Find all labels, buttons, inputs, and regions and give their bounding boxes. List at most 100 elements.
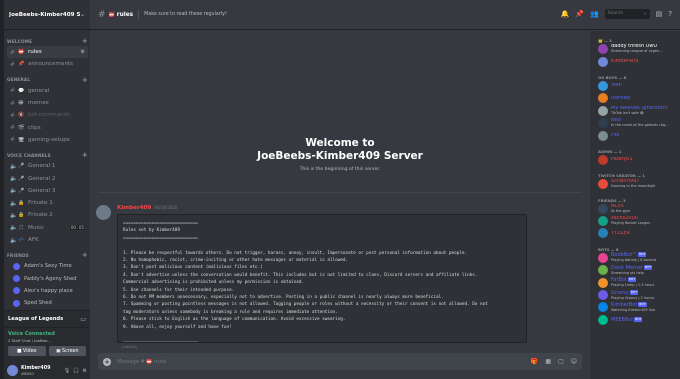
voice-channel-general-1[interactable]: 🔈 🎤 General 1 — [7, 160, 88, 172]
speaker-icon: 🔈 — [10, 162, 18, 170]
bot-badge: BOT — [629, 289, 639, 295]
member-item[interactable]: zachs2000 Playing Rocket League — [598, 215, 680, 227]
sticker-icon[interactable]: ▢ — [558, 358, 564, 365]
add-channel-icon[interactable]: + — [82, 151, 88, 159]
message-input[interactable]: + Message # 📛 rules 🎁 ▦ ▢ ☺ — [98, 353, 582, 370]
friend-channel[interactable]: Sped Shed — [7, 297, 88, 309]
hash-icon: # — [98, 9, 106, 20]
headphones-icon[interactable]: 🎧 — [73, 368, 79, 374]
category-voice[interactable]: VOICE CHANNELS + — [7, 150, 88, 160]
category-welcome[interactable]: WELCOME + — [7, 36, 88, 46]
server-header[interactable]: JoeBeebs-Kimber409 Serv... ⌄ — [4, 0, 90, 30]
user-name: Kimber409 — [21, 365, 51, 371]
channel-bot-commands[interactable]: # 🔇 bot-commands — [7, 109, 88, 121]
pin-icon[interactable]: 📌 — [575, 10, 584, 18]
video-button[interactable]: ■ Video — [8, 346, 46, 356]
member-item[interactable]: FatBot BOT Playing f.help | 1.3 hours — [598, 276, 680, 288]
screen-icon[interactable]: ▭ — [80, 316, 86, 323]
channel-label: bot-commands — [28, 112, 71, 119]
gift-icon[interactable]: 🎁 — [531, 358, 538, 365]
members-icon[interactable]: 👥 — [590, 10, 599, 18]
member-item[interactable]: Groovy BOT Playing Groovy | 1 hours — [598, 289, 680, 301]
channel-label: Music — [28, 224, 44, 231]
channel-emoji: 🔒 — [18, 200, 25, 207]
member-item[interactable]: BoobBot™ BOT Playing bbhelp | 8 bounds — [598, 252, 680, 264]
avatar — [13, 287, 20, 295]
avatar — [598, 130, 608, 141]
member-item[interactable]: Neo In the name of the galactic reg... — [598, 117, 680, 129]
channel-clips[interactable]: # 🎬 clips — [7, 121, 88, 133]
voice-channel-private-2[interactable]: 🔈 🔒 Private 2 — [7, 209, 88, 221]
inbox-icon[interactable]: ▤ — [656, 10, 663, 18]
channel-general[interactable]: # 💬 general — [7, 85, 88, 97]
friend-channel[interactable]: Alex's happy place — [7, 285, 88, 297]
member-item[interactable]: My WeeVee (phantom) TikTok isn't safe 😂 — [598, 105, 680, 117]
member-item[interactable]: Fidl — [598, 129, 680, 141]
channel-announcements[interactable]: # 📌 announcements — [7, 58, 88, 70]
member-item[interactable]: Paddy01 — [598, 154, 680, 166]
member-status: Playing f.help | 1.3 hours — [611, 283, 655, 288]
member-item[interactable]: KimberBot BOT Watching Kimber409 Sub — [598, 301, 680, 313]
channel-memes[interactable]: # 😂 memes — [7, 97, 88, 109]
bot-badge: BOT — [643, 264, 653, 270]
channel-gaming-setups[interactable]: # 🖥 gaming-setups — [7, 134, 88, 146]
add-channel-icon[interactable]: + — [82, 76, 88, 84]
avatar[interactable] — [7, 365, 18, 376]
channel-label: memes — [28, 100, 49, 107]
member-item[interactable]: IssFoNo — [598, 92, 680, 104]
bell-icon[interactable]: 🔔 — [561, 10, 570, 18]
channel-emoji: 🎵 — [18, 224, 25, 231]
member-item[interactable]: Scratch997 Dancing in the moonlight — [598, 178, 680, 190]
gear-icon[interactable]: ⚙ — [83, 368, 87, 374]
member-item[interactable]: MEE6Bot BOT — [598, 314, 680, 326]
user-limit: 05 — [77, 225, 85, 231]
friend-channel-label: Alex's happy place — [24, 287, 73, 294]
channel-emoji: 📛 — [108, 11, 115, 18]
voice-channel-private-1[interactable]: 🔈 🔒 Private 1 — [7, 197, 88, 209]
channel-emoji: 🖥 — [18, 136, 25, 143]
mic-icon[interactable]: 🎙 — [64, 368, 70, 374]
speaker-icon: 🔈 — [10, 199, 18, 207]
hash-icon: # — [10, 99, 16, 107]
friend-channel[interactable]: Adam's Sexy Time — [7, 260, 88, 272]
message-author[interactable]: Kimber409 — [117, 205, 151, 211]
member-item[interactable]: AL3X At the gym — [598, 203, 680, 215]
help-icon[interactable]: ? — [668, 10, 672, 18]
member-item[interactable]: Dank Memer BOT Streaming pls help — [598, 264, 680, 276]
friend-channel[interactable]: Paddy's Agony Shed — [7, 272, 88, 284]
avatar — [13, 299, 20, 307]
avatar[interactable] — [96, 205, 111, 220]
channel-rules[interactable]: # 📛 rules ⚙ — [7, 46, 88, 59]
add-attachment-icon[interactable]: + — [103, 357, 111, 366]
search-placeholder: Search — [607, 11, 624, 16]
member-item[interactable]: 3MP. — [598, 80, 680, 92]
activity-bar[interactable]: League of Legends ▭ — [4, 311, 90, 328]
role-header: ADMIN — 1 — [598, 148, 622, 154]
invite-icon[interactable]: ⚙ — [81, 49, 85, 55]
emoji-icon[interactable]: ☺ — [571, 358, 577, 365]
add-channel-icon[interactable]: + — [82, 37, 88, 45]
role-header: OG BOYS — 6 — [598, 74, 627, 80]
screen-button[interactable]: ▣ Screen — [48, 346, 86, 356]
voice-channel-general-3[interactable]: 🔈 🎤 General 3 — [7, 185, 88, 197]
gif-icon[interactable]: ▦ — [545, 358, 551, 365]
member-item[interactable]: daddy thresh UwU Streaming League of Lege… — [598, 43, 680, 55]
voice-channel-afk[interactable]: 🔈 💤 AFK — [7, 234, 88, 246]
channel-topic[interactable]: Make sure to read these regularly! — [144, 12, 227, 17]
voice-status-title[interactable]: Voice Connected — [8, 331, 86, 337]
member-status: Playing bbhelp | 8 bounds — [611, 258, 657, 263]
welcome-line2: JoeBeebs-Kimber409 Server — [257, 150, 423, 162]
member-item[interactable]: TYZLER — [598, 227, 680, 239]
member-item[interactable]: Kimber409 — [598, 55, 680, 67]
avatar — [598, 44, 608, 55]
voice-channel-music[interactable]: 🔈 🎵 Music 00 05 — [7, 222, 88, 234]
search-input[interactable]: Search ⌕ — [604, 9, 650, 19]
add-channel-icon[interactable]: + — [82, 251, 88, 259]
member-name: MEE6Bot — [611, 316, 634, 323]
channel-emoji: 💤 — [18, 237, 25, 243]
category-friends[interactable]: FRIENDS + — [7, 250, 88, 260]
voice-channel-general-2[interactable]: 🔈 🎤 General 2 — [7, 172, 88, 184]
category-general[interactable]: GENERAL + — [7, 75, 88, 85]
speaker-icon: 🔈 — [10, 236, 18, 244]
channel-label: AFK — [28, 237, 39, 243]
